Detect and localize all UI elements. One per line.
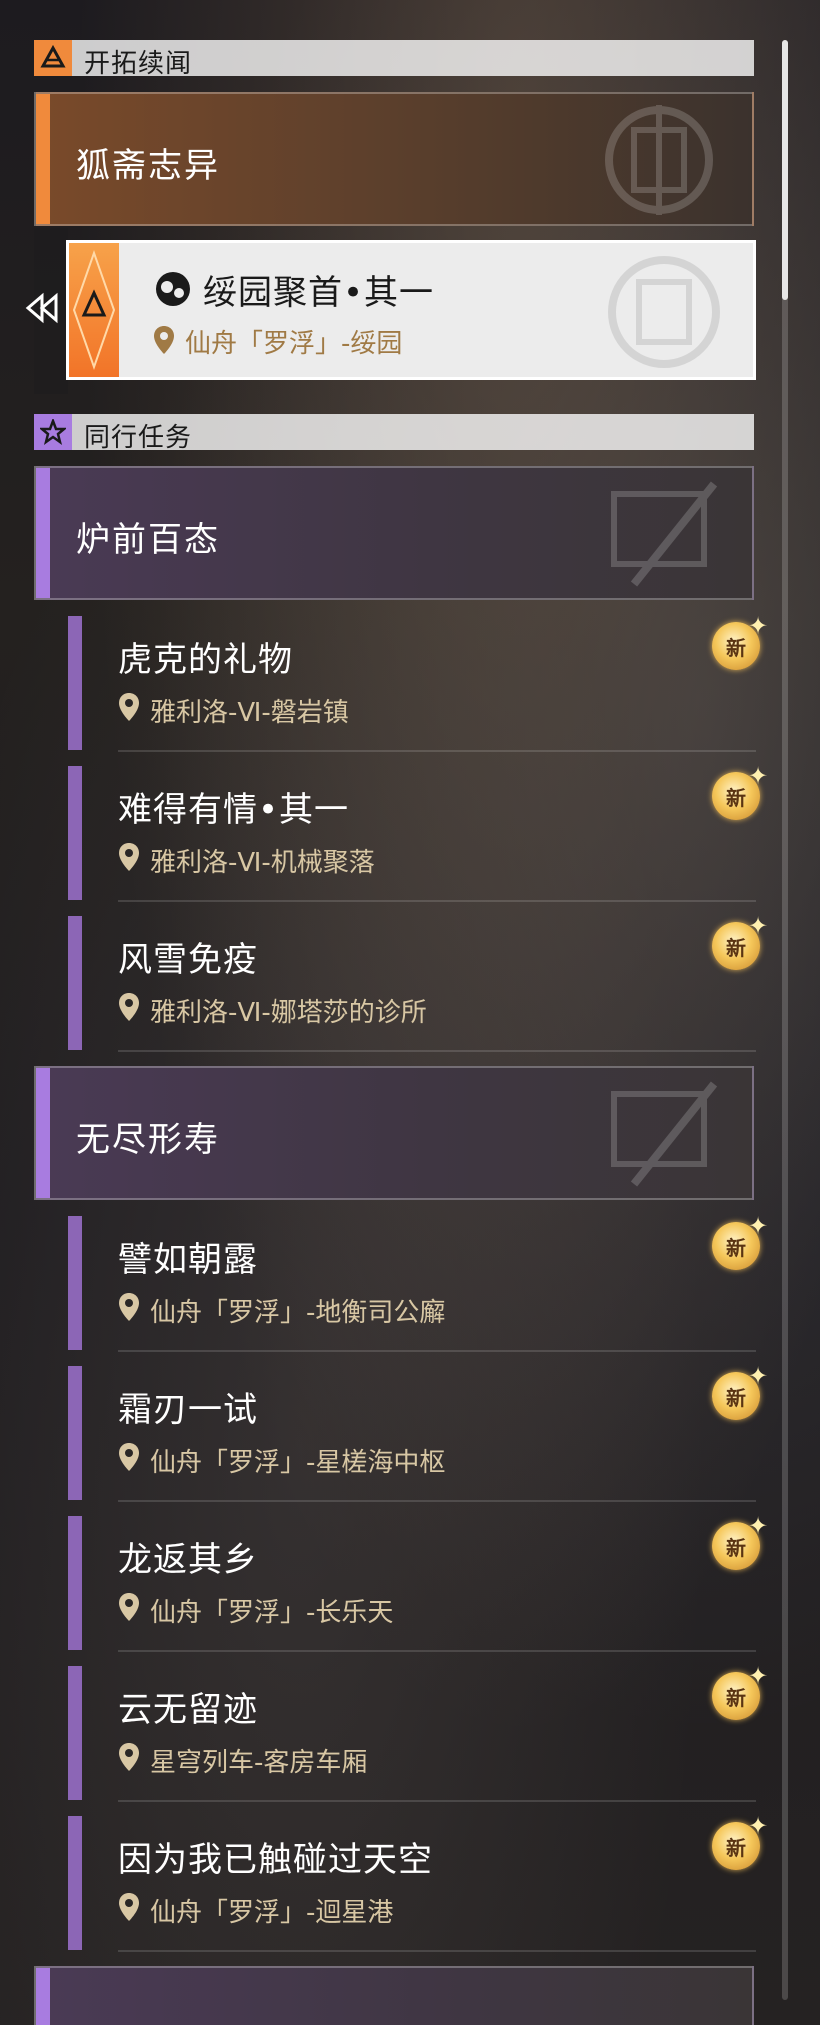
divider (118, 1950, 756, 1952)
section-title: 同行任务 (84, 423, 193, 453)
group-title: 无尽形寿 (76, 1120, 220, 1160)
group-card-partial[interactable] (34, 1966, 754, 2025)
active-quest-accent (69, 243, 119, 377)
quest-title: 因为我已触碰过天空 (118, 1840, 433, 1880)
companion-star-icon (34, 414, 72, 450)
quest-title: 譬如朝露 (118, 1240, 258, 1280)
quest-row[interactable]: 因为我已触碰过天空 仙舟「罗浮」-迴星港 新 ✦ (68, 1812, 768, 1952)
quest-title: 难得有情•其一 (118, 790, 350, 830)
quest-accent-bar (68, 1516, 82, 1650)
quest-type-icon (156, 272, 190, 306)
group-accent-bar (36, 468, 50, 598)
group-accent-bar (36, 94, 50, 224)
quest-accent-bar (68, 916, 82, 1050)
new-badge: 新 ✦ (708, 1662, 768, 1720)
scrollbar-track[interactable] (782, 40, 788, 2000)
location-pin-icon (119, 1293, 139, 1321)
new-badge: 新 ✦ (708, 1212, 768, 1270)
active-quest-card[interactable]: 绥园聚首•其一 仙舟「罗浮」-绥园 (66, 240, 756, 380)
quill-scroll-icon (611, 1081, 718, 1187)
quest-location: 仙舟「罗浮」-地衡司公廨 (150, 1298, 446, 1328)
quest-title: 龙返其乡 (118, 1540, 258, 1580)
active-quest-location: 仙舟「罗浮」-绥园 (185, 329, 403, 359)
group-card-companion-1[interactable]: 炉前百态 (34, 466, 754, 600)
divider (118, 1500, 756, 1502)
quest-row[interactable]: 霜刃一试 仙舟「罗浮」-星槎海中枢 新 ✦ (68, 1362, 768, 1502)
quest-title: 霜刃一试 (118, 1390, 258, 1430)
quest-location: 雅利洛-Ⅵ-娜塔莎的诊所 (150, 998, 427, 1028)
quest-title: 云无留迹 (118, 1690, 258, 1730)
quest-location: 雅利洛-Ⅵ-磐岩镇 (150, 698, 349, 728)
new-badge: 新 ✦ (708, 1512, 768, 1570)
active-quest-title: 绥园聚首•其一 (203, 273, 435, 313)
quest-row[interactable]: 龙返其乡 仙舟「罗浮」-长乐天 新 ✦ (68, 1512, 768, 1652)
group-accent-bar (36, 1968, 50, 2025)
group-title: 狐斋志异 (76, 146, 220, 186)
location-pin-icon (119, 693, 139, 721)
emblem-icon (605, 105, 713, 215)
location-pin-icon (154, 326, 174, 354)
divider (118, 1350, 756, 1352)
location-pin-icon (119, 1443, 139, 1471)
emblem-icon (608, 256, 720, 368)
quest-row[interactable]: 虎克的礼物 雅利洛-Ⅵ-磐岩镇 新 ✦ (68, 612, 768, 752)
quest-accent-bar (68, 616, 82, 750)
quest-title: 虎克的礼物 (118, 640, 293, 680)
new-badge: 新 ✦ (708, 1362, 768, 1420)
quest-accent-bar (68, 1366, 82, 1500)
quest-location: 仙舟「罗浮」-长乐天 (150, 1598, 394, 1628)
new-badge: 新 ✦ (708, 612, 768, 670)
quest-accent-bar (68, 1666, 82, 1800)
quill-scroll-icon (611, 481, 718, 587)
section-header-companion: 同行任务 (34, 414, 754, 453)
quest-location: 仙舟「罗浮」-迴星港 (150, 1898, 394, 1928)
location-pin-icon (119, 993, 139, 1021)
divider (118, 900, 756, 902)
quest-accent-bar (68, 766, 82, 900)
quest-location: 仙舟「罗浮」-星槎海中枢 (150, 1448, 446, 1478)
quest-row[interactable]: 难得有情•其一 雅利洛-Ⅵ-机械聚落 新 ✦ (68, 762, 768, 902)
quest-location: 星穹列车-客房车厢 (150, 1748, 368, 1778)
group-card-trailblaze[interactable]: 狐斋志异 (34, 92, 754, 226)
location-pin-icon (119, 1593, 139, 1621)
scrollbar-thumb[interactable] (782, 40, 788, 300)
location-pin-icon (119, 843, 139, 871)
divider (118, 1650, 756, 1652)
section-title: 开拓续闻 (84, 49, 193, 79)
new-badge: 新 ✦ (708, 1812, 768, 1870)
quest-row[interactable]: 譬如朝露 仙舟「罗浮」-地衡司公廨 新 ✦ (68, 1212, 768, 1352)
group-title: 炉前百态 (76, 520, 220, 560)
divider (118, 750, 756, 752)
location-pin-icon (119, 1893, 139, 1921)
group-accent-bar (36, 1068, 50, 1198)
trailblaze-icon (34, 40, 72, 76)
quest-accent-bar (68, 1816, 82, 1950)
section-header-trailblaze: 开拓续闻 (34, 40, 754, 79)
quest-accent-bar (68, 1216, 82, 1350)
new-badge: 新 ✦ (708, 912, 768, 970)
new-badge: 新 ✦ (708, 762, 768, 820)
quest-row[interactable]: 云无留迹 星穹列车-客房车厢 新 ✦ (68, 1662, 768, 1802)
quest-title: 风雪免疫 (118, 940, 258, 980)
group-card-companion-2[interactable]: 无尽形寿 (34, 1066, 754, 1200)
divider (118, 1800, 756, 1802)
location-pin-icon (119, 1743, 139, 1771)
selected-arrow-icon (25, 292, 58, 324)
quest-row[interactable]: 风雪免疫 雅利洛-Ⅵ-娜塔莎的诊所 新 ✦ (68, 912, 768, 1052)
quest-location: 雅利洛-Ⅵ-机械聚落 (150, 848, 375, 878)
divider (118, 1050, 756, 1052)
